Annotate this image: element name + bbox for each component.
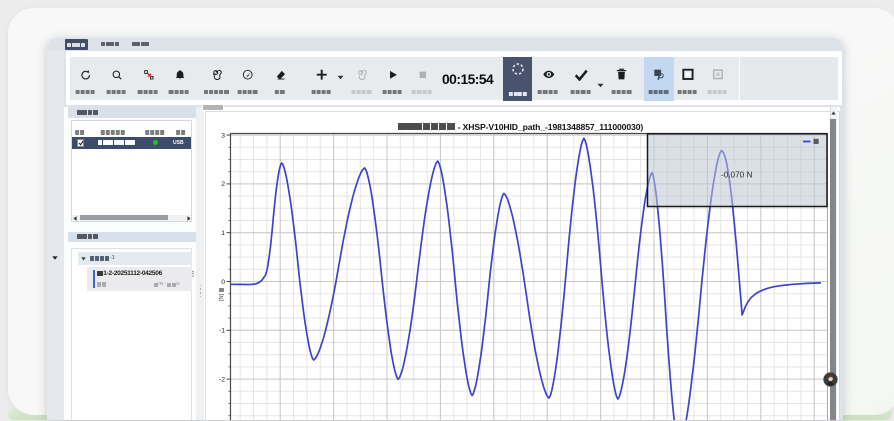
svg-text:3: 3 [221,132,225,139]
svg-text:-1: -1 [219,328,225,335]
svg-text:-2: -2 [219,376,225,383]
svg-text:1: 1 [221,230,225,237]
svg-text:-0.070 N: -0.070 N [721,171,752,180]
svg-text:2: 2 [221,181,225,188]
